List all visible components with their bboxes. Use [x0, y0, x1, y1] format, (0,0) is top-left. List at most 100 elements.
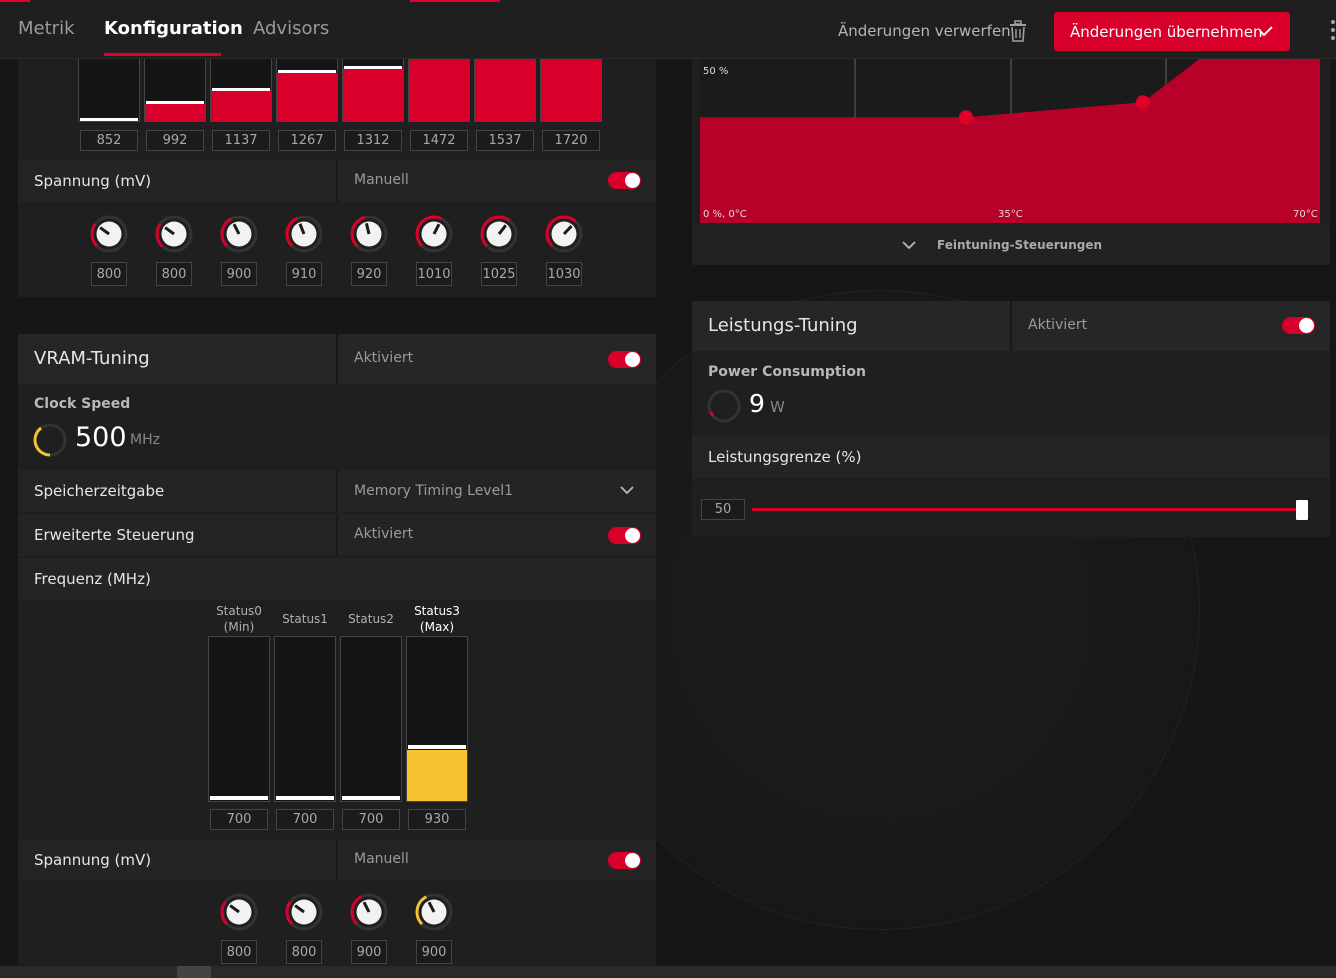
top-bar: Metrik Konfiguration Advisors Änderungen…	[0, 0, 1336, 59]
vram-voltage-knob[interactable]	[219, 892, 259, 932]
gpu-frequency-value[interactable]: 1267	[278, 130, 336, 151]
gpu-voltage-knob[interactable]	[479, 214, 519, 254]
more-options-icon[interactable]	[1328, 18, 1336, 42]
gpu-frequency-value[interactable]: 1720	[542, 130, 600, 151]
bar-handle[interactable]	[342, 796, 400, 800]
vram-tuning-panel: VRAM-Tuning Aktiviert Clock Speed 500 MH…	[18, 334, 656, 966]
gpu-frequency-bar[interactable]	[78, 59, 140, 122]
memory-timing-row: Speicherzeitgabe Memory Timing Level1	[18, 470, 656, 512]
chart-x-label-1: 35°C	[998, 209, 1023, 220]
vram-state-bar[interactable]	[340, 636, 402, 802]
gpu-voltage-knob[interactable]	[154, 214, 194, 254]
vram-voltage-value[interactable]: 900	[416, 940, 452, 964]
fan-curve-point[interactable]	[959, 110, 973, 125]
gpu-voltage-knob[interactable]	[414, 214, 454, 254]
chevron-down-icon[interactable]	[620, 485, 634, 495]
active-tab-indicator	[104, 53, 221, 56]
gpu-voltage-value[interactable]: 1030	[546, 262, 582, 286]
fine-tuning-toggle-row[interactable]: Feintuning-Steuerungen	[692, 225, 1330, 265]
vram-status: Aktiviert	[354, 350, 414, 366]
advanced-control-label: Erweiterte Steuerung	[34, 526, 195, 544]
slider-thumb[interactable]	[1296, 500, 1308, 520]
gpu-frequency-bar[interactable]	[408, 59, 470, 122]
gpu-voltage-value[interactable]: 910	[286, 262, 322, 286]
gpu-voltage-knob[interactable]	[284, 214, 324, 254]
vram-state-value[interactable]: 700	[342, 809, 400, 830]
gpu-frequency-bar[interactable]	[144, 59, 206, 122]
bar-handle[interactable]	[146, 100, 204, 104]
gpu-voltage-value[interactable]: 920	[351, 262, 387, 286]
power-limit-slider[interactable]	[752, 498, 1308, 522]
tab-advisors[interactable]: Advisors	[253, 18, 329, 39]
bar-handle[interactable]	[210, 796, 268, 800]
bar-fill	[343, 68, 403, 121]
clock-gauge-icon	[33, 423, 67, 457]
trash-icon[interactable]	[1008, 20, 1028, 42]
vram-state-label: Status1	[282, 612, 328, 626]
apply-changes-button[interactable]: Änderungen übernehmen	[1054, 12, 1290, 51]
gpu-frequency-value[interactable]: 1312	[344, 130, 402, 151]
gpu-frequency-bar[interactable]	[540, 59, 602, 122]
fan-curve-point[interactable]	[1136, 95, 1150, 110]
vram-state-label: Status2	[348, 612, 394, 626]
advanced-control-row: Erweiterte Steuerung Aktiviert	[18, 514, 656, 556]
gpu-voltage-value[interactable]: 1010	[416, 262, 452, 286]
gpu-frequency-value[interactable]: 1537	[476, 130, 534, 151]
gpu-voltage-value[interactable]: 800	[156, 262, 192, 286]
vram-voltage-toggle[interactable]	[608, 852, 641, 869]
taskbar-strip	[0, 966, 1336, 978]
gpu-frequency-value[interactable]: 992	[146, 130, 204, 151]
gpu-voltage-knob[interactable]	[349, 214, 389, 254]
bar-handle[interactable]	[80, 118, 138, 121]
advanced-control-toggle[interactable]	[608, 527, 641, 544]
vram-state-bar[interactable]	[274, 636, 336, 802]
tab-konfiguration[interactable]: Konfiguration	[104, 18, 243, 39]
vram-state-value[interactable]: 700	[210, 809, 268, 830]
bar-handle[interactable]	[212, 87, 270, 91]
bar-handle[interactable]	[408, 745, 466, 750]
gpu-voltage-knob[interactable]	[544, 214, 584, 254]
power-limit-input[interactable]: 50	[701, 499, 745, 520]
gpu-frequency-value[interactable]: 852	[80, 130, 138, 151]
vram-toggle[interactable]	[608, 351, 641, 368]
fan-curve-chart[interactable]	[700, 59, 1320, 223]
gpu-voltage-knob[interactable]	[89, 214, 129, 254]
vram-voltage-value[interactable]: 800	[286, 940, 322, 964]
tab-metrik[interactable]: Metrik	[18, 18, 75, 39]
discard-changes-button[interactable]: Änderungen verwerfen	[838, 22, 1011, 40]
vram-state-bar[interactable]	[406, 636, 468, 802]
vram-voltage-value[interactable]: 900	[351, 940, 387, 964]
memory-timing-label: Speicherzeitgabe	[34, 482, 165, 500]
bar-fill	[475, 59, 535, 121]
vram-state-bar[interactable]	[208, 636, 270, 802]
vram-voltage-knob[interactable]	[414, 892, 454, 932]
chart-x-label-2: 70°C	[1293, 209, 1318, 220]
gpu-frequency-bar[interactable]	[474, 59, 536, 122]
bar-handle[interactable]	[344, 66, 402, 70]
power-limit-label: Leistungsgrenze (%)	[708, 448, 862, 466]
gpu-frequency-bar[interactable]	[210, 59, 272, 122]
vram-state-value[interactable]: 700	[276, 809, 334, 830]
chart-x-label-0: 0 %, 0°C	[703, 209, 747, 220]
vram-voltage-knob[interactable]	[349, 892, 389, 932]
gpu-frequency-value[interactable]: 1137	[212, 130, 270, 151]
gpu-frequency-value[interactable]: 1472	[410, 130, 468, 151]
gpu-voltage-value[interactable]: 1025	[481, 262, 517, 286]
gpu-frequency-bar[interactable]	[276, 59, 338, 122]
gpu-voltage-toggle[interactable]	[608, 172, 641, 189]
bar-handle[interactable]	[278, 70, 336, 74]
gpu-voltage-knob[interactable]	[219, 214, 259, 254]
gpu-voltage-value[interactable]: 800	[91, 262, 127, 286]
gpu-frequency-bar[interactable]	[342, 59, 404, 122]
memory-timing-select[interactable]: Memory Timing Level1	[354, 483, 513, 499]
gpu-voltage-value[interactable]: 900	[221, 262, 257, 286]
vram-voltage-knob[interactable]	[284, 892, 324, 932]
power-toggle[interactable]	[1282, 317, 1315, 334]
taskbar-active-item[interactable]	[177, 966, 211, 978]
vram-title: VRAM-Tuning	[34, 348, 150, 369]
divider	[336, 514, 338, 556]
bar-handle[interactable]	[276, 796, 334, 800]
vram-state-value[interactable]: 930	[408, 809, 466, 830]
bar-fill	[145, 103, 205, 121]
vram-voltage-value[interactable]: 800	[221, 940, 257, 964]
